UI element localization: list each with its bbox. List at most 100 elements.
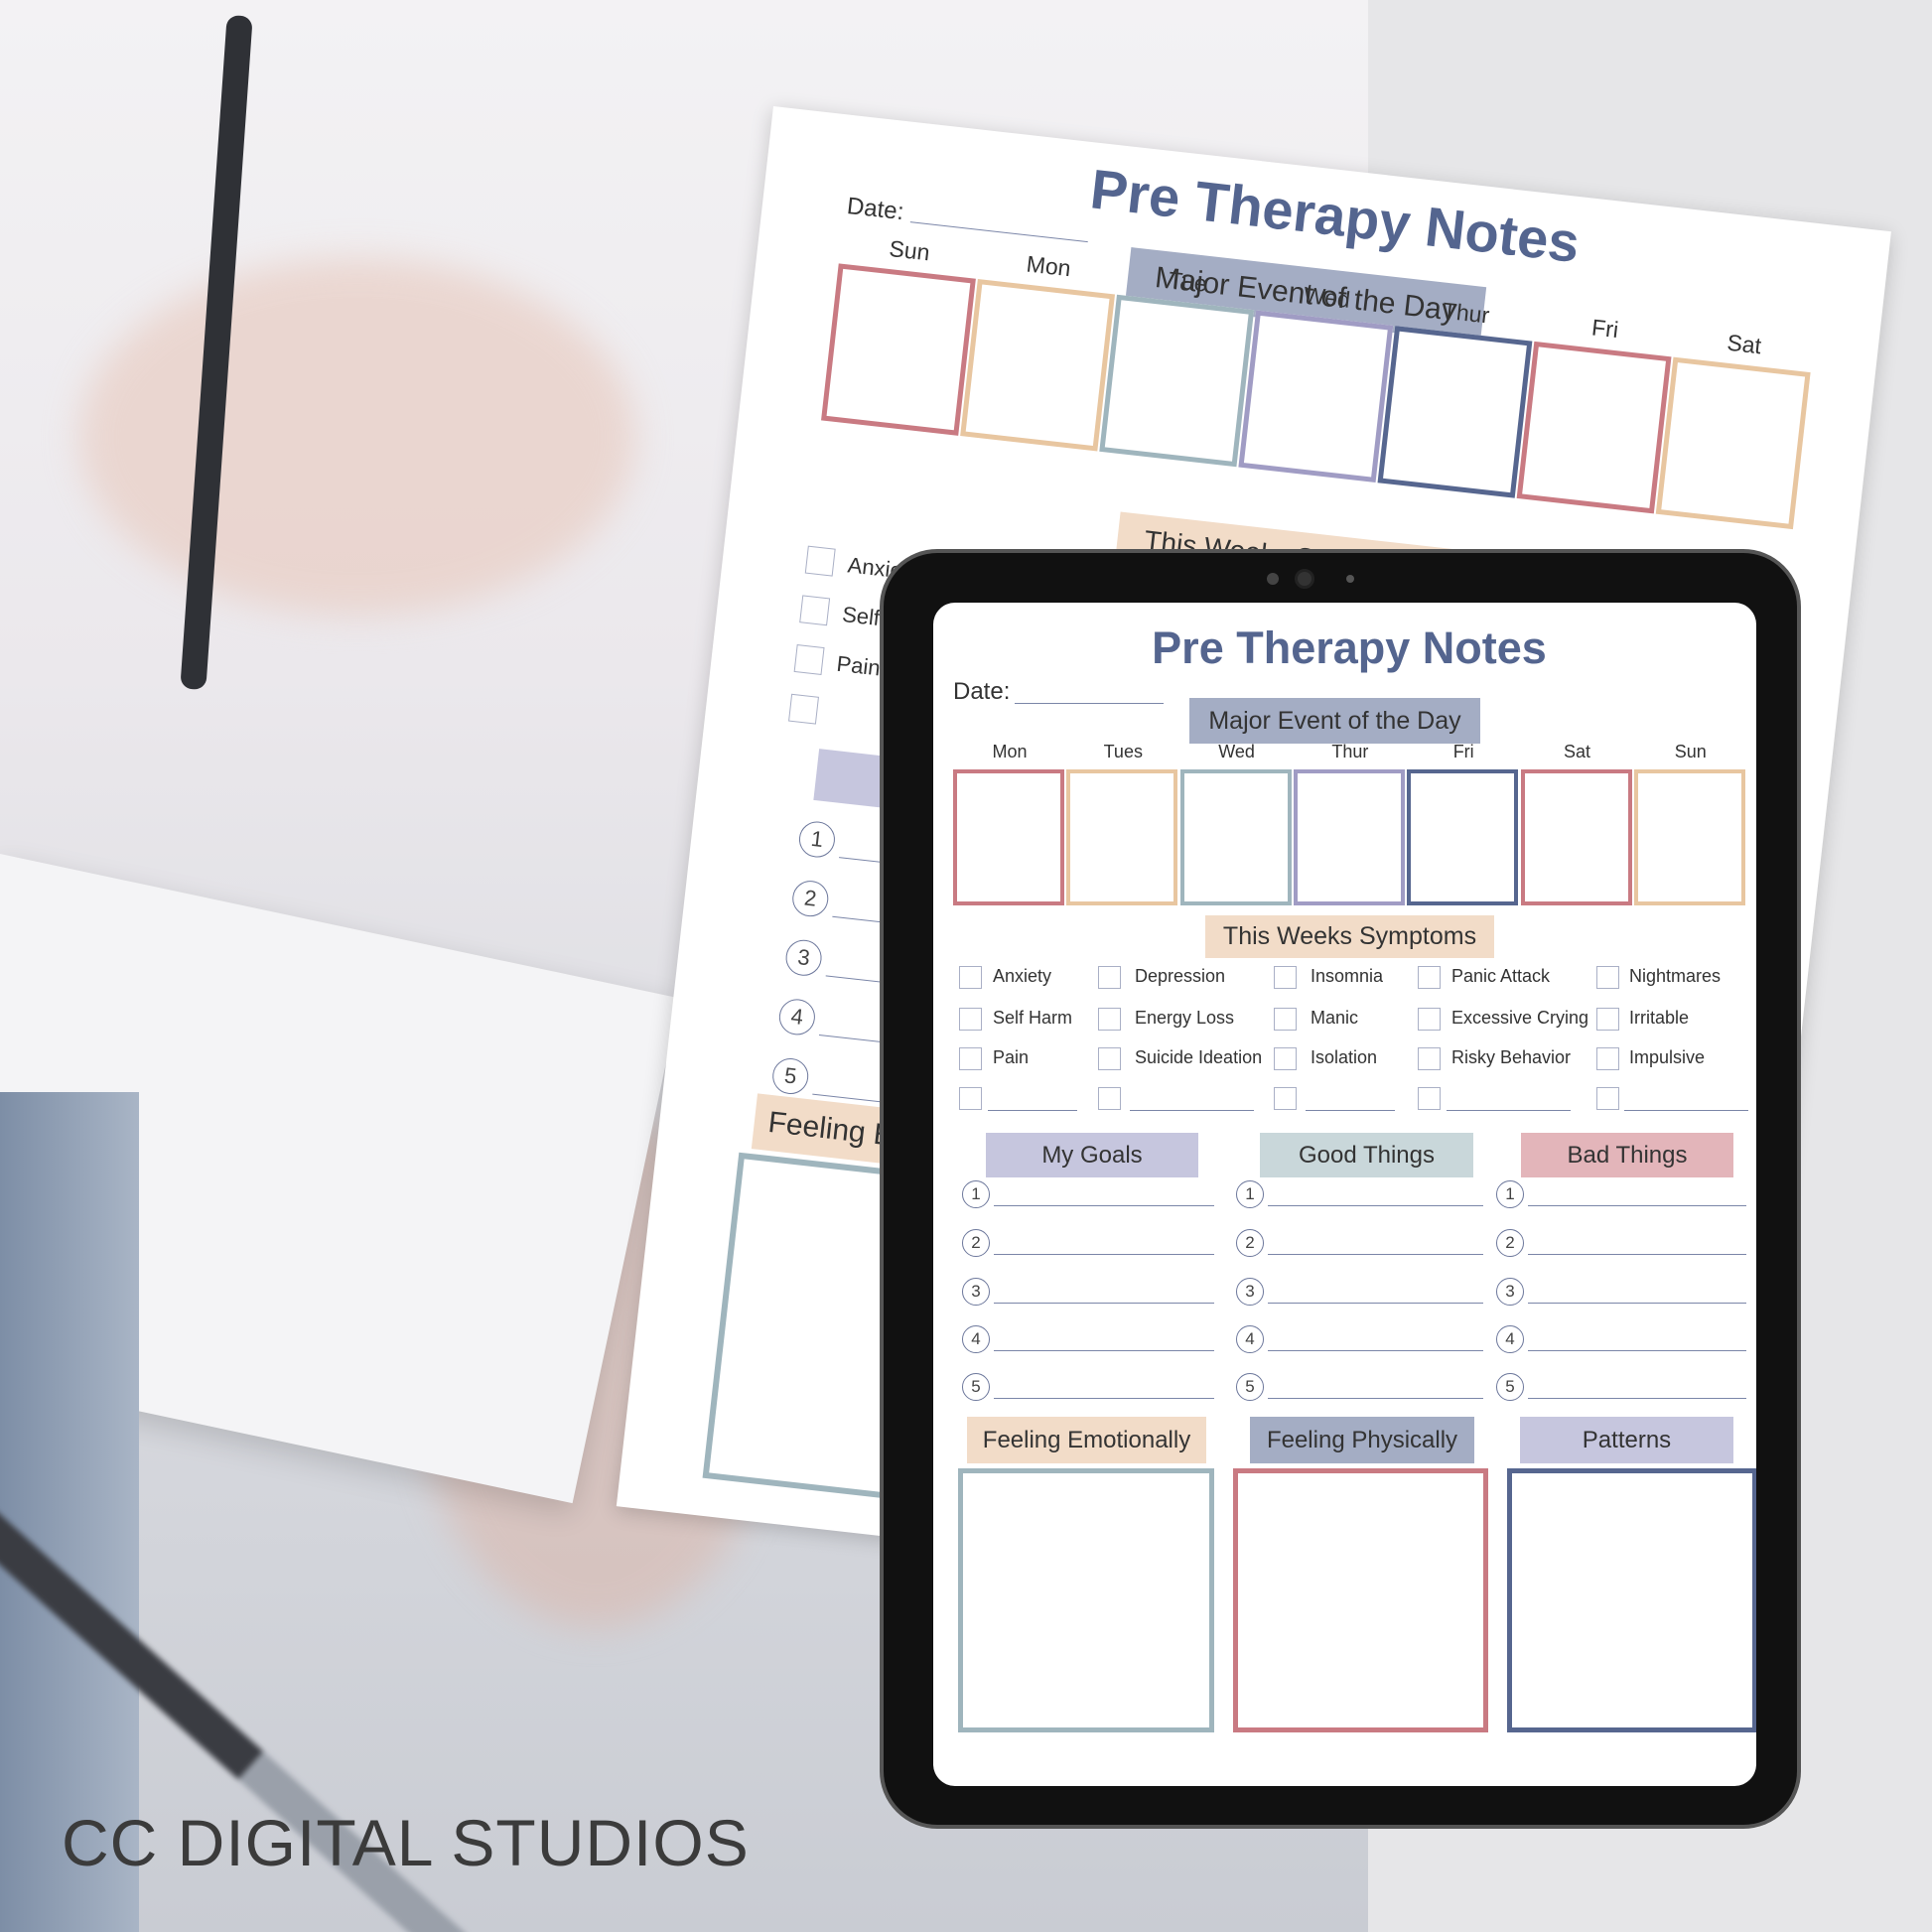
symptom-checkbox[interactable]	[1098, 966, 1121, 989]
list-entry-field[interactable]	[1268, 1178, 1483, 1206]
number-circle: 3	[1496, 1278, 1524, 1306]
symptom-checkbox[interactable]	[1418, 1087, 1441, 1110]
list-entry-field[interactable]	[994, 1323, 1214, 1351]
list-entry-field[interactable]	[1528, 1227, 1746, 1255]
number-circle: 5	[962, 1373, 990, 1401]
list-entry-field[interactable]	[1528, 1323, 1746, 1351]
symptom-checkbox[interactable]	[959, 1087, 982, 1110]
number-circle: 3	[783, 937, 824, 978]
day-label: Mon	[992, 742, 1028, 761]
list-entry-field[interactable]	[1528, 1371, 1746, 1399]
symptom-checkbox[interactable]	[1098, 1008, 1121, 1031]
day-label: Sat	[1563, 742, 1591, 761]
day-box	[1377, 326, 1533, 498]
symptom-label: Manic	[1311, 1008, 1359, 1028]
symptoms-banner: This Weeks Symptoms	[1205, 915, 1494, 958]
number-circle: 5	[1236, 1373, 1264, 1401]
symptom-checkbox[interactable]	[1098, 1087, 1121, 1110]
number-circle: 4	[776, 997, 817, 1037]
list-entry-field[interactable]	[1268, 1276, 1483, 1304]
day-label: Thur	[1331, 742, 1369, 761]
number-circle: 1	[962, 1180, 990, 1208]
symptom-checkbox[interactable]	[959, 1047, 982, 1070]
custom-symptom-field[interactable]	[1624, 1087, 1748, 1111]
symptom-checkbox	[799, 595, 831, 626]
tablet-screen: Pre Therapy Notes Date: Major Event of t…	[933, 603, 1756, 1786]
day-event-box[interactable]	[1066, 769, 1178, 905]
number-circle: 2	[1236, 1229, 1264, 1257]
symptom-checkbox[interactable]	[1596, 966, 1619, 989]
number-circle: 3	[962, 1278, 990, 1306]
day-event-box[interactable]	[1633, 769, 1745, 905]
number-circle: 4	[1236, 1325, 1264, 1353]
day-event-box[interactable]	[1407, 769, 1519, 905]
symptom-checkbox[interactable]	[959, 966, 982, 989]
list-header: My Goals	[986, 1133, 1198, 1177]
sensor-icon	[1267, 573, 1279, 585]
day-box	[821, 263, 976, 436]
notes-box[interactable]	[958, 1468, 1214, 1732]
symptom-checkbox[interactable]	[959, 1008, 982, 1031]
number-circle: 5	[1496, 1373, 1524, 1401]
day-label: Wed	[1218, 742, 1255, 761]
list-entry-field[interactable]	[994, 1276, 1214, 1304]
list-header: Good Things	[1260, 1133, 1473, 1177]
major-event-banner: Major Event of the Day	[1189, 698, 1480, 744]
brand-name: CC DIGITAL STUDIOS	[62, 1806, 750, 1879]
list-entry-field[interactable]	[994, 1227, 1214, 1255]
custom-symptom-field[interactable]	[988, 1087, 1077, 1111]
list-entry-field[interactable]	[1268, 1227, 1483, 1255]
symptom-label: Pain	[993, 1047, 1030, 1067]
symptom-checkbox[interactable]	[1274, 1047, 1297, 1070]
symptom-checkbox[interactable]	[1418, 1047, 1441, 1070]
symptom-checkbox[interactable]	[1418, 966, 1441, 989]
symptom-label: Excessive Crying	[1451, 1008, 1589, 1028]
notes-box[interactable]	[1507, 1468, 1756, 1732]
day-event-box[interactable]	[953, 769, 1064, 905]
section-header: Feeling Physically	[1250, 1417, 1474, 1463]
custom-symptom-field[interactable]	[1447, 1087, 1571, 1111]
list-entry-field[interactable]	[1528, 1276, 1746, 1304]
date-field[interactable]	[1015, 682, 1164, 704]
sensor-icon	[1346, 575, 1354, 583]
custom-symptom-field[interactable]	[1130, 1087, 1254, 1111]
symptom-checkbox[interactable]	[1596, 1087, 1619, 1110]
symptom-checkbox[interactable]	[1418, 1008, 1441, 1031]
symptom-checkbox	[793, 644, 825, 675]
day-event-box[interactable]	[1520, 769, 1632, 905]
date-label: Date:	[953, 678, 1011, 705]
symptom-checkbox[interactable]	[1098, 1047, 1121, 1070]
number-circle: 1	[797, 819, 837, 860]
list-entry-field[interactable]	[1268, 1371, 1483, 1399]
symptom-label: Insomnia	[1311, 966, 1384, 986]
day-event-box[interactable]	[1179, 769, 1292, 905]
number-circle: 2	[790, 879, 831, 919]
list-entry-field[interactable]	[994, 1371, 1214, 1399]
list-header: Bad Things	[1521, 1133, 1733, 1177]
day-label: Sun	[1674, 742, 1707, 761]
notes-box[interactable]	[1233, 1468, 1488, 1732]
list-entry-field[interactable]	[994, 1178, 1214, 1206]
day-box	[1238, 310, 1394, 483]
day-box	[1099, 294, 1255, 468]
symptom-checkbox[interactable]	[1596, 1008, 1619, 1031]
symptom-checkbox[interactable]	[1274, 966, 1297, 989]
number-circle: 1	[1236, 1180, 1264, 1208]
symptom-checkbox[interactable]	[1274, 1008, 1297, 1031]
symptom-checkbox[interactable]	[1596, 1047, 1619, 1070]
page-title: Pre Therapy Notes	[1152, 622, 1547, 673]
date-label: Date:	[845, 192, 905, 226]
symptom-label: Depression	[1135, 966, 1226, 986]
list-entry-field[interactable]	[1528, 1178, 1746, 1206]
custom-symptom-field[interactable]	[1306, 1087, 1395, 1111]
day-label: Fri	[1452, 742, 1474, 761]
date-line	[909, 221, 1088, 243]
list-entry-field[interactable]	[1268, 1323, 1483, 1351]
tablet-device: Pre Therapy Notes Date: Major Event of t…	[880, 549, 1801, 1829]
day-label: Tues	[1103, 742, 1143, 761]
number-circle: 5	[770, 1056, 811, 1096]
day-event-box[interactable]	[1293, 769, 1405, 905]
symptom-label: Risky Behavior	[1451, 1047, 1572, 1067]
symptom-checkbox[interactable]	[1274, 1087, 1297, 1110]
symptom-label: Anxiety	[993, 966, 1052, 986]
